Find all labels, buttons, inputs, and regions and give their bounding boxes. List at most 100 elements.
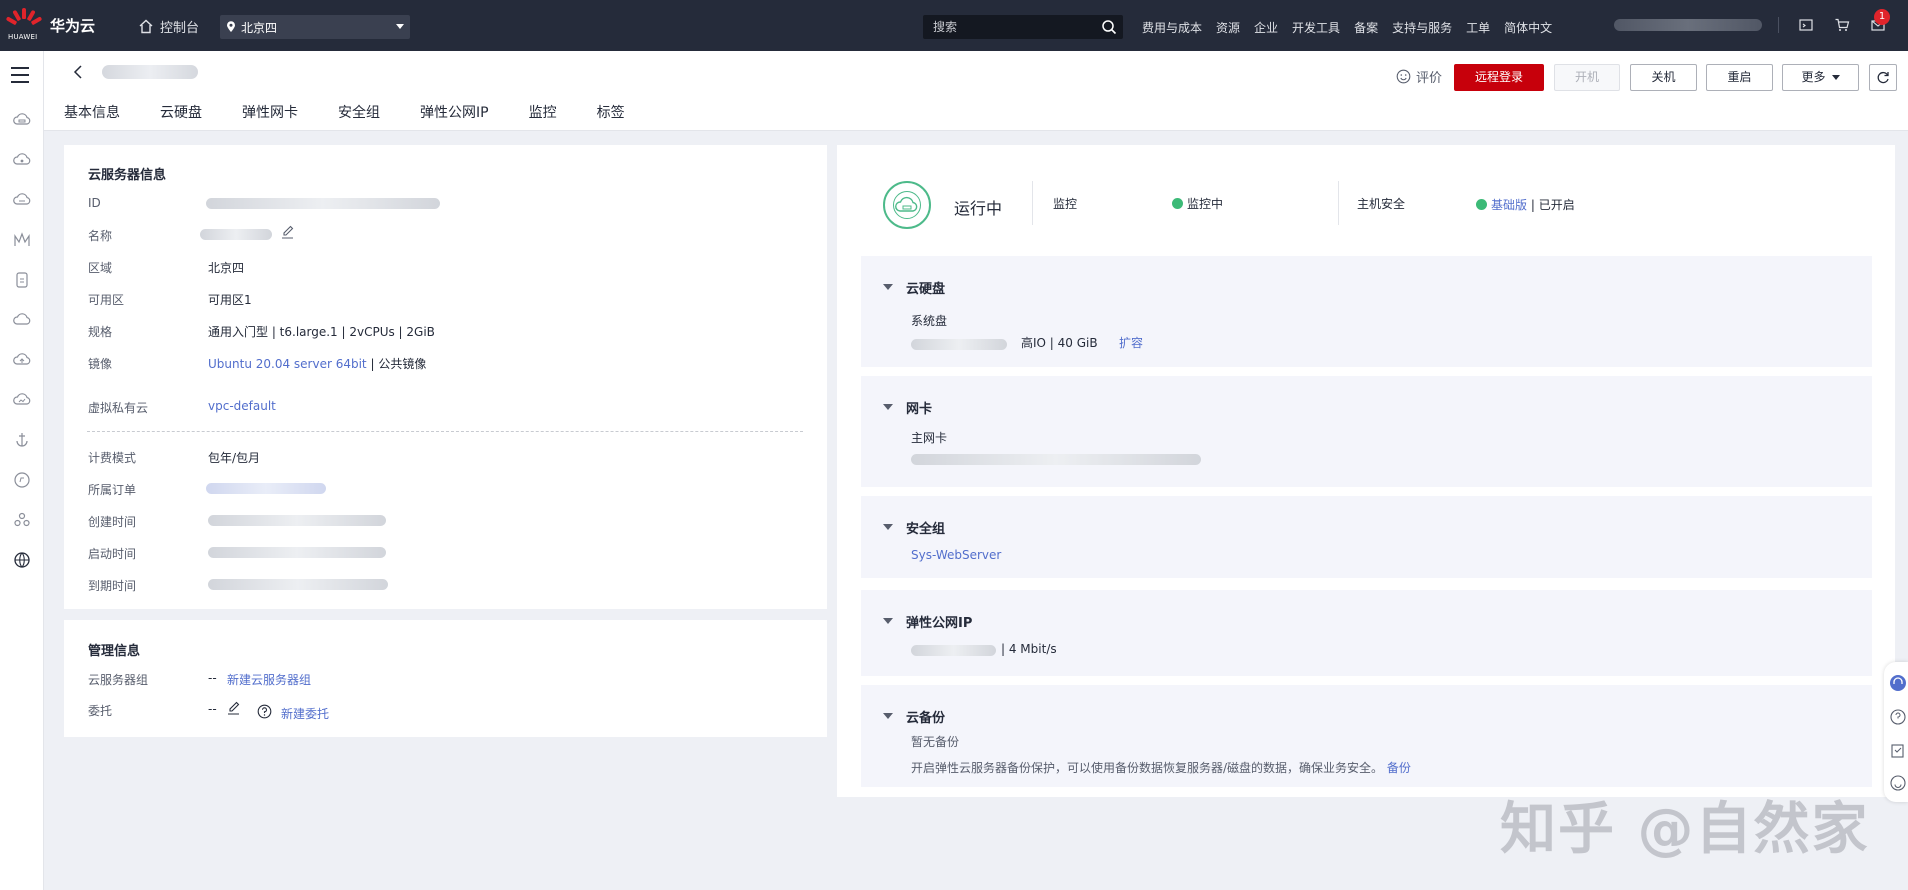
host-security-link[interactable]: 基础版 [1491, 198, 1527, 212]
help-icon[interactable] [1889, 708, 1907, 726]
tab-security-group[interactable]: 安全组 [338, 102, 380, 122]
cloud-monitor-icon[interactable] [12, 390, 32, 410]
cloud-server-icon[interactable] [12, 110, 32, 130]
expand-disk-link[interactable]: 扩容 [1119, 334, 1143, 351]
divider [87, 431, 803, 432]
collapse-arrow-icon[interactable] [883, 713, 893, 719]
region-select[interactable]: 北京四 [220, 15, 410, 39]
nav-tickets[interactable]: 工单 [1466, 19, 1490, 36]
tab-basic-info[interactable]: 基本信息 [64, 102, 120, 122]
disk-title[interactable]: 云硬盘 [906, 278, 945, 297]
backup-desc: 开启弹性云服务器备份保护，可以使用备份数据恢复服务器/磁盘的数据，确保业务安全。… [911, 759, 1411, 776]
search-icon[interactable] [1101, 19, 1117, 35]
billing-label: 计费模式 [88, 451, 137, 465]
expire-label: 到期时间 [88, 579, 137, 593]
feedback-icon[interactable] [1889, 742, 1907, 760]
watermark: 知乎 @自然家 [1500, 797, 1870, 862]
account-name-blurred[interactable] [1614, 19, 1762, 31]
nic-title[interactable]: 网卡 [906, 398, 932, 417]
new-delegate-link[interactable]: 新建委托 [281, 705, 329, 722]
security-group-title[interactable]: 安全组 [906, 518, 945, 537]
globe-icon[interactable] [12, 550, 32, 570]
cloud-icon[interactable] [12, 310, 32, 330]
created-label: 创建时间 [88, 515, 137, 529]
tab-cloud-disk[interactable]: 云硬盘 [160, 102, 202, 122]
refresh-button[interactable] [1869, 64, 1897, 91]
collapse-arrow-icon[interactable] [883, 404, 893, 410]
az-label: 可用区 [88, 293, 125, 307]
disk-section: 云硬盘 系统盘 高IO | 40 GiB 扩容 [861, 256, 1872, 367]
image-type: | 公共镜像 [366, 357, 427, 371]
server-group-dash: -- [208, 671, 217, 685]
host-security-label: 主机安全 [1357, 197, 1406, 211]
server-info-card [64, 145, 827, 609]
nav-enterprise[interactable]: 企业 [1254, 19, 1278, 36]
more-button[interactable]: 更多 [1782, 64, 1859, 91]
smile-icon [1396, 69, 1411, 84]
huawei-logo-icon [5, 8, 43, 28]
order-link-blurred[interactable] [206, 483, 326, 494]
restart-button[interactable]: 重启 [1706, 64, 1773, 91]
collapse-arrow-icon[interactable] [883, 284, 893, 290]
console-window-icon[interactable] [1798, 17, 1814, 33]
nav-filing[interactable]: 备案 [1354, 19, 1378, 36]
nav-language[interactable]: 简体中文 [1504, 19, 1552, 36]
database-icon[interactable] [12, 270, 32, 290]
cloud-disk-icon[interactable] [12, 150, 32, 170]
tab-monitor[interactable]: 监控 [529, 102, 557, 122]
shutdown-button[interactable]: 关机 [1630, 64, 1697, 91]
console-link[interactable]: 控制台 [138, 17, 199, 36]
server-status-icon [883, 181, 931, 229]
search-placeholder: 搜索 [933, 20, 958, 34]
cart-icon[interactable] [1834, 17, 1850, 33]
nav-support[interactable]: 支持与服务 [1392, 19, 1452, 36]
id-value-blurred [206, 198, 440, 209]
vpc-link[interactable]: vpc-default [208, 399, 276, 413]
region-value: 北京四 [241, 20, 278, 35]
cluster-icon[interactable] [12, 510, 32, 530]
backup-link[interactable]: 备份 [1387, 761, 1411, 775]
created-value-blurred [208, 515, 386, 526]
compass-icon[interactable] [12, 470, 32, 490]
tab-tags[interactable]: 标签 [597, 102, 625, 122]
help-icon[interactable] [257, 704, 272, 719]
nic-detail-blurred [911, 454, 1201, 465]
cloud-upload-icon[interactable] [12, 350, 32, 370]
tab-eip[interactable]: 弹性公网IP [420, 102, 489, 122]
huawei-logo[interactable]: HUAWEI [5, 8, 43, 42]
anchor-icon[interactable] [12, 430, 32, 450]
billing-value: 包年/包月 [208, 451, 261, 465]
monitor-status: 监控中 [1172, 195, 1223, 212]
new-server-group-link[interactable]: 新建云服务器组 [227, 671, 311, 688]
network-icon[interactable] [12, 230, 32, 250]
home-icon [139, 19, 153, 34]
image-link[interactable]: Ubuntu 20.04 server 64bit [208, 357, 367, 371]
eip-title[interactable]: 弹性公网IP [906, 612, 972, 631]
customer-service-icon[interactable] [1889, 674, 1907, 692]
search-input[interactable]: 搜索 [923, 15, 1123, 39]
edit-icon[interactable] [226, 701, 241, 716]
start-button[interactable]: 开机 [1554, 64, 1620, 91]
collapse-arrow-icon[interactable] [883, 524, 893, 530]
edit-icon[interactable] [280, 225, 295, 240]
tab-nic[interactable]: 弹性网卡 [242, 102, 298, 122]
delegate-label: 委托 [88, 704, 113, 718]
nav-resources[interactable]: 资源 [1216, 19, 1240, 36]
tab-bar: 基本信息 云硬盘 弹性网卡 安全组 弹性公网IP 监控 标签 [64, 102, 665, 122]
started-value-blurred [208, 547, 386, 558]
brand-name[interactable]: 华为云 [50, 15, 95, 36]
smile-icon[interactable] [1889, 774, 1907, 792]
nav-cost[interactable]: 费用与成本 [1142, 19, 1202, 36]
rate-label: 评价 [1416, 71, 1443, 86]
disk-detail: 高IO | 40 GiB [1021, 336, 1098, 350]
cloud-container-icon[interactable] [12, 190, 32, 210]
back-arrow-icon[interactable] [72, 65, 84, 79]
remote-login-button[interactable]: 远程登录 [1454, 64, 1544, 91]
region-value: 北京四 [208, 261, 245, 275]
nav-dev-tools[interactable]: 开发工具 [1292, 19, 1340, 36]
rate-button[interactable]: 评价 [1396, 67, 1442, 86]
security-group-link[interactable]: Sys-WebServer [911, 548, 1001, 562]
collapse-arrow-icon[interactable] [883, 618, 893, 624]
backup-title[interactable]: 云备份 [906, 707, 945, 726]
menu-icon[interactable] [11, 67, 29, 88]
